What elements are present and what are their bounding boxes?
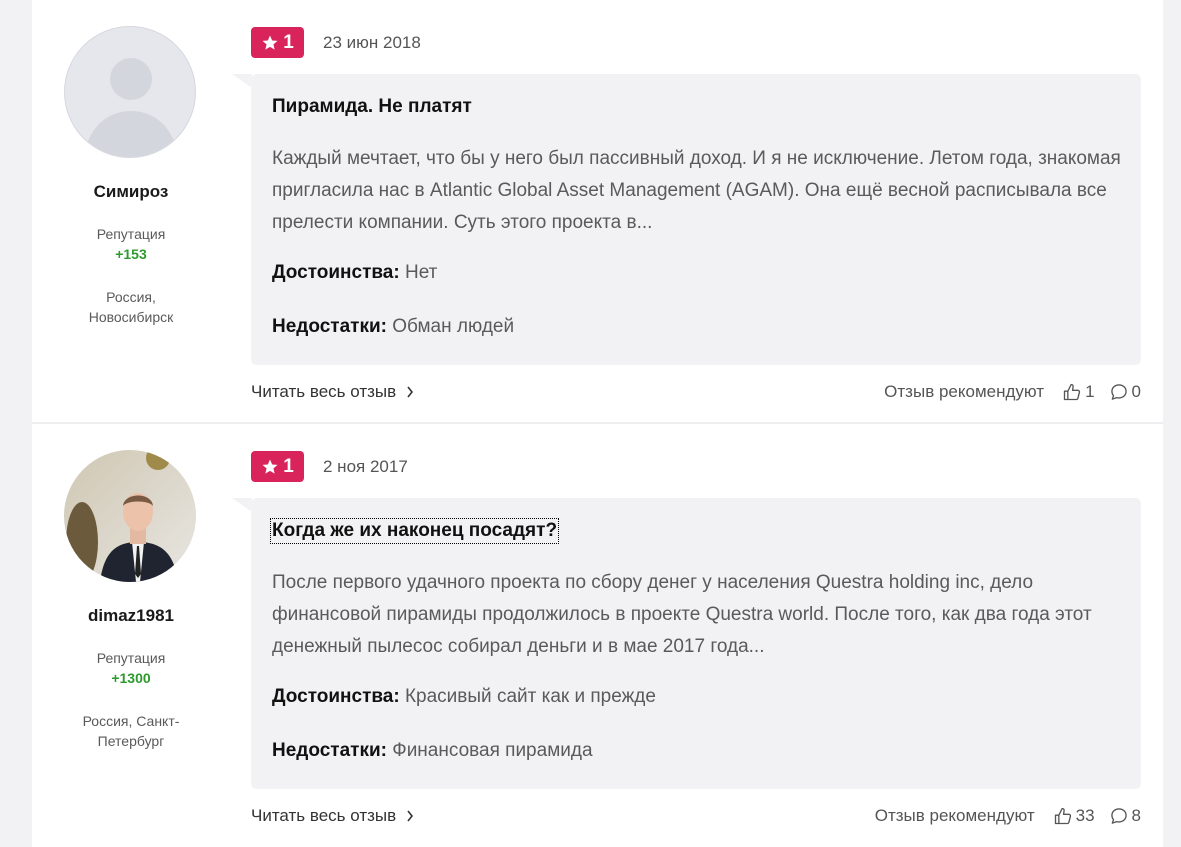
comments-count: 0 bbox=[1131, 382, 1141, 401]
recommend-label: Отзыв рекомендуют bbox=[874, 806, 1035, 825]
review-author: dimaz1981 Репутация +1300 Россия, Санкт-… bbox=[32, 424, 230, 846]
bubble-tail bbox=[232, 498, 252, 512]
pros-value: Нет bbox=[404, 262, 438, 283]
review-author: Симироз Репутация +153 Россия, Новосибир… bbox=[32, 0, 230, 422]
like-button[interactable]: 1 bbox=[1062, 382, 1095, 402]
review-pros: Достоинства: Нет bbox=[272, 262, 437, 284]
reputation-label: Репутация bbox=[96, 226, 166, 242]
read-full-review-link[interactable]: Читать весь отзыв bbox=[251, 382, 414, 402]
review-title[interactable]: Когда же их наконец посадят? bbox=[269, 518, 560, 544]
read-more-label: Читать весь отзыв bbox=[251, 806, 397, 825]
like-button[interactable]: 33 bbox=[1053, 806, 1095, 826]
review-cons: Недостатки: Обман людей bbox=[272, 316, 514, 338]
cons-value: Обман людей bbox=[392, 316, 515, 337]
review-text: Каждый мечтает, что бы у него был пассив… bbox=[272, 148, 1121, 233]
rating-value: 1 bbox=[283, 31, 294, 53]
star-icon bbox=[262, 459, 278, 474]
chevron-right-icon bbox=[407, 386, 414, 398]
review-content: Пирамида. Не платят Каждый мечтает, что … bbox=[251, 74, 1141, 365]
review-content: Когда же их наконец посадят? После перво… bbox=[251, 498, 1141, 789]
cons-value: Финансовая пирамида bbox=[392, 740, 593, 761]
bubble-tail bbox=[232, 74, 252, 88]
comments-count: 8 bbox=[1131, 806, 1141, 825]
comment-icon bbox=[1110, 808, 1127, 824]
reviews-panel: Симироз Репутация +153 Россия, Новосибир… bbox=[32, 0, 1163, 847]
review-card: Симироз Репутация +153 Россия, Новосибир… bbox=[32, 0, 1163, 422]
reputation-value: +1300 bbox=[111, 670, 151, 686]
comments-button[interactable]: 0 bbox=[1109, 382, 1141, 402]
pros-label: Достоинства: bbox=[272, 686, 400, 707]
recommend-label: Отзыв рекомендуют bbox=[884, 382, 1045, 401]
pros-label: Достоинства: bbox=[272, 262, 400, 283]
review-title[interactable]: Пирамида. Не платят bbox=[272, 96, 472, 118]
pros-value: Красивый сайт как и прежде bbox=[404, 686, 656, 707]
avatar[interactable] bbox=[64, 450, 196, 582]
star-icon bbox=[262, 35, 278, 50]
user-photo-icon bbox=[64, 450, 196, 582]
likes-count: 33 bbox=[1075, 806, 1095, 825]
author-location: Россия, Новосибирск bbox=[88, 289, 174, 325]
chevron-right-icon bbox=[407, 810, 414, 822]
author-location: Россия, Санкт-Петербург bbox=[82, 713, 180, 749]
cons-label: Недостатки: bbox=[272, 740, 387, 761]
review-recommend: Отзыв рекомендуют 33 8 bbox=[875, 806, 1141, 826]
rating-value: 1 bbox=[283, 455, 294, 477]
cons-label: Недостатки: bbox=[272, 316, 387, 337]
comment-icon bbox=[1110, 384, 1127, 400]
review-date: 2 ноя 2017 bbox=[323, 457, 408, 476]
comments-button[interactable]: 8 bbox=[1109, 806, 1141, 826]
rating-badge: 1 bbox=[251, 27, 304, 58]
reputation-value: +153 bbox=[115, 246, 147, 262]
read-more-label: Читать весь отзыв bbox=[251, 382, 397, 401]
author-name[interactable]: Симироз bbox=[32, 182, 230, 202]
read-full-review-link[interactable]: Читать весь отзыв bbox=[251, 806, 414, 826]
review-cons: Недостатки: Финансовая пирамида bbox=[272, 740, 593, 762]
likes-count: 1 bbox=[1085, 382, 1095, 401]
review-date: 23 июн 2018 bbox=[323, 33, 421, 52]
author-name[interactable]: dimaz1981 bbox=[32, 606, 230, 626]
reputation-label: Репутация bbox=[96, 650, 166, 666]
rating-badge: 1 bbox=[251, 451, 304, 482]
review-pros: Достоинства: Красивый сайт как и прежде bbox=[272, 686, 656, 708]
default-user-avatar-icon bbox=[83, 58, 179, 157]
thumbs-up-icon bbox=[1063, 383, 1081, 401]
thumbs-up-icon bbox=[1054, 807, 1071, 825]
avatar[interactable] bbox=[64, 26, 196, 158]
review-card: dimaz1981 Репутация +1300 Россия, Санкт-… bbox=[32, 424, 1163, 846]
review-text: После первого удачного проекта по сбору … bbox=[272, 572, 1092, 657]
review-recommend: Отзыв рекомендуют 1 0 bbox=[884, 382, 1141, 402]
